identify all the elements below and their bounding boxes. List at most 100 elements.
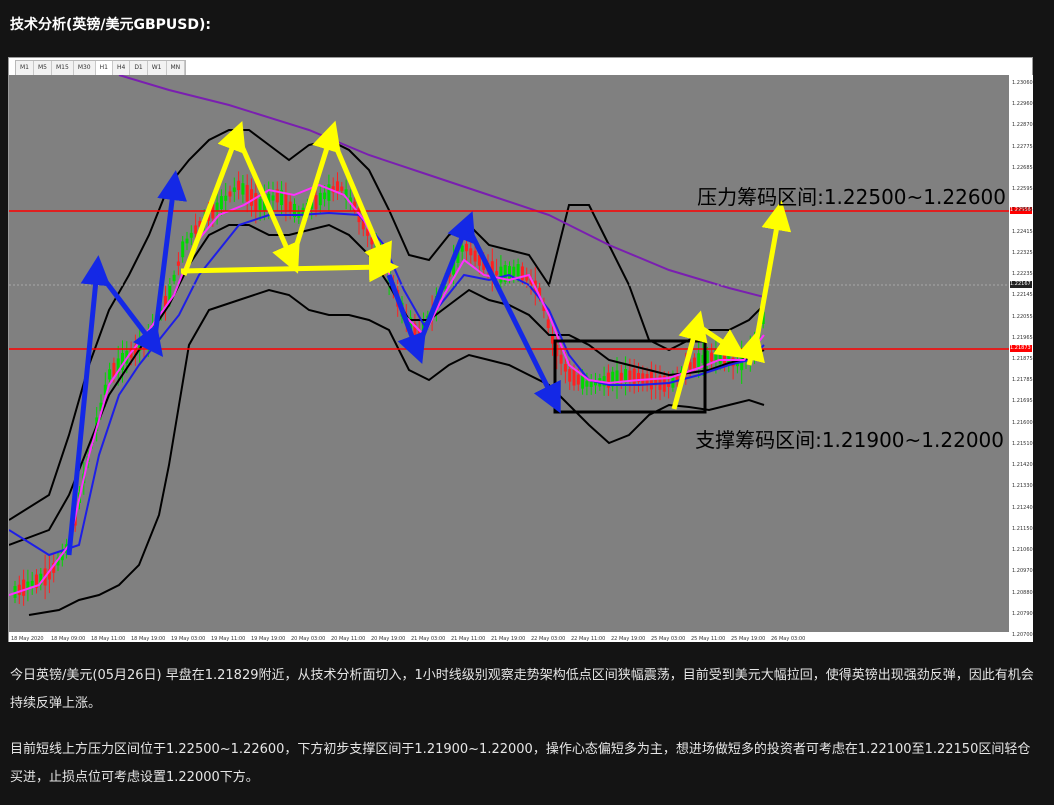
price-axis-label: 1.21600 (1012, 419, 1033, 426)
support-annotation: 支撑筹码区间:1.21900~1.22000 (695, 428, 1004, 452)
candle-body (340, 186, 344, 191)
analysis-paragraph-2: 目前短线上方压力区间位于1.22500~1.22600，下方初步支撑区间于1.2… (10, 742, 1031, 785)
candle-body (692, 357, 696, 369)
candle-body (336, 181, 339, 191)
candle-body (520, 266, 524, 281)
candle-body (559, 354, 563, 364)
candle-body (241, 183, 245, 195)
time-axis-label: 19 May 11:00 (211, 636, 245, 642)
price-axis-label: 1.22870 (1012, 122, 1033, 129)
candle-body (641, 373, 645, 384)
timeframe-m15[interactable]: M15 (52, 61, 74, 75)
timeframe-w1[interactable]: W1 (148, 61, 167, 75)
time-axis-label: 20 May 11:00 (331, 636, 365, 642)
candle-body (108, 369, 112, 380)
price-axis-label: 1.20790 (1012, 610, 1033, 617)
price-axis-label: 1.22055 (1012, 313, 1033, 320)
candle-body (194, 225, 198, 234)
current-price-tag: 1.22167 (1010, 281, 1032, 288)
timeframe-m30[interactable]: M30 (74, 61, 96, 75)
candle-body (327, 184, 331, 201)
price-axis-label: 1.22775 (1012, 143, 1033, 150)
price-chart[interactable]: 压力筹码区间:1.22500~1.22600 支撑筹码区间:1.21900~1.… (9, 75, 1009, 642)
candle-body (288, 201, 292, 211)
price-axis-label: 1.22325 (1012, 249, 1033, 256)
price-axis: 1.22558 1.22167 1.21873 1.23060 1.22960 1.… (1009, 75, 1033, 642)
timeframe-m1[interactable]: M1 (16, 61, 34, 75)
time-axis-label: 22 May 03:00 (531, 636, 565, 642)
time-axis-label: 26 May 03:00 (771, 636, 805, 642)
candle-body (460, 245, 464, 252)
candle-body (254, 193, 258, 211)
price-axis-label: 1.21240 (1012, 504, 1033, 511)
timeframe-mn[interactable]: MN (167, 61, 186, 75)
time-axis-label: 20 May 03:00 (291, 636, 325, 642)
candle-body (723, 351, 726, 365)
candle-body (628, 370, 632, 380)
resistance-annotation: 压力筹码区间:1.22500~1.22600 (697, 185, 1006, 209)
price-axis-label: 1.21150 (1012, 525, 1033, 532)
candle-body (284, 193, 288, 211)
candle-body (30, 580, 34, 586)
candle-body (232, 187, 236, 192)
candle-body (22, 579, 26, 596)
candle-body (245, 184, 249, 202)
candle-body (572, 369, 576, 386)
time-axis-label: 22 May 11:00 (571, 636, 605, 642)
price-axis-label: 1.22415 (1012, 228, 1033, 235)
price-axis-label: 1.21785 (1012, 377, 1033, 384)
time-axis-label: 18 May 2020 (11, 636, 44, 642)
candle-body (516, 264, 520, 277)
candle-body (17, 584, 21, 595)
candle-body (271, 195, 275, 201)
price-axis-label: 1.22145 (1012, 292, 1033, 299)
price-axis-label: 1.22960 (1012, 101, 1033, 108)
candle-body (589, 381, 593, 387)
candle-body (181, 241, 185, 258)
candle-body (314, 195, 318, 210)
time-axis-label: 25 May 19:00 (731, 636, 765, 642)
price-axis-label: 1.21060 (1012, 547, 1033, 554)
time-axis-label: 25 May 03:00 (651, 636, 685, 642)
timeframe-h4[interactable]: H4 (113, 61, 131, 75)
timeframe-h1[interactable]: H1 (95, 61, 113, 75)
candle-body (318, 192, 322, 206)
candle-body (258, 198, 262, 210)
price-axis-label: 1.21965 (1012, 334, 1033, 341)
candle-body (224, 195, 228, 201)
timeframe-d1[interactable]: D1 (130, 61, 148, 75)
time-axis-label: 21 May 19:00 (491, 636, 525, 642)
candle-body (185, 238, 189, 244)
time-axis-label: 25 May 11:00 (691, 636, 725, 642)
time-axis-label: 18 May 19:00 (131, 636, 165, 642)
candle-body (576, 374, 580, 385)
timeframe-m5[interactable]: M5 (34, 61, 52, 75)
support-price-tag: 1.21873 (1010, 345, 1032, 352)
price-axis-label: 1.22595 (1012, 186, 1033, 193)
candle-body (697, 353, 701, 368)
candle-body (215, 202, 219, 212)
candle-body (495, 271, 499, 276)
candle-body (250, 189, 253, 206)
candle-body (176, 261, 180, 266)
candle-body (465, 243, 468, 252)
time-axis-label: 19 May 03:00 (171, 636, 205, 642)
candle-body (219, 196, 223, 210)
candle-body (615, 370, 619, 386)
chart-panel: M1 M5 M15 M30 H1 H4 D1 W1 MN 压力筹码区间:1.22… (8, 57, 1033, 642)
time-axis-label: 18 May 09:00 (51, 636, 85, 642)
price-axis-label: 1.22235 (1012, 271, 1033, 278)
price-axis-label: 1.21420 (1012, 462, 1033, 469)
candle-body (563, 364, 567, 372)
candle-body (512, 266, 516, 276)
candle-body (172, 274, 176, 282)
time-axis-label: 20 May 19:00 (371, 636, 405, 642)
time-axis-label: 21 May 03:00 (411, 636, 445, 642)
candle-body (649, 371, 653, 390)
time-axis-label: 21 May 11:00 (451, 636, 485, 642)
time-axis-label: 22 May 19:00 (611, 636, 645, 642)
candle-body (632, 368, 636, 384)
price-axis-label: 1.23060 (1012, 80, 1033, 86)
price-axis-label: 1.20700 (1012, 632, 1033, 638)
price-axis-label: 1.21330 (1012, 483, 1033, 490)
